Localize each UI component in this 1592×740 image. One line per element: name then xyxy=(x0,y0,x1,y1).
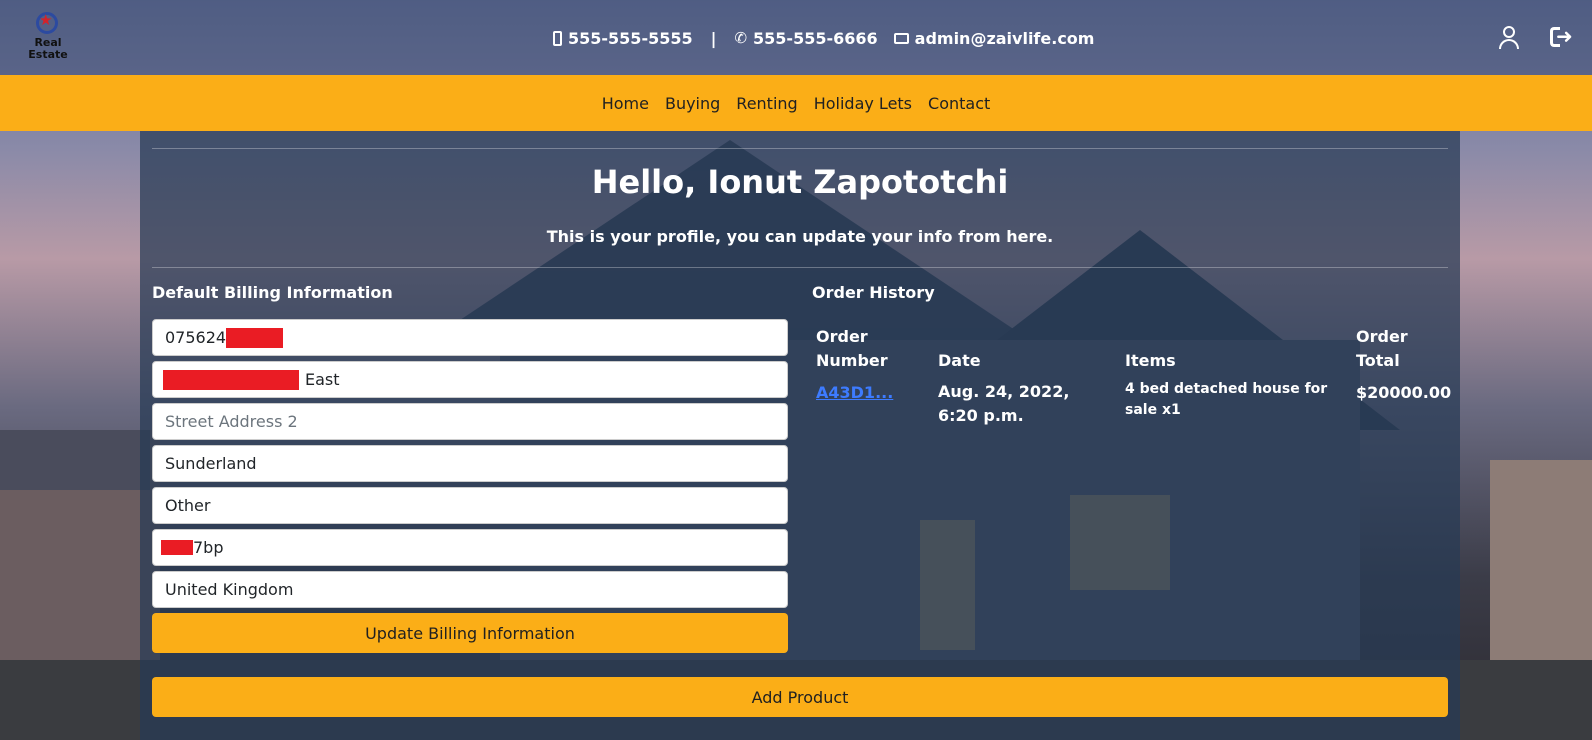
page-title: Hello, Ionut Zapototchi xyxy=(591,163,1009,201)
phone-number: 555-555-6666 xyxy=(753,28,878,48)
nav-renting[interactable]: Renting xyxy=(736,94,797,113)
email-address: admin@zaivlife.com xyxy=(914,28,1095,48)
street-address-1-field[interactable]: East xyxy=(152,361,788,398)
order-number-link[interactable]: A43D1... xyxy=(816,383,893,402)
col-items: Items xyxy=(1125,351,1176,370)
city-value: Sunderland xyxy=(165,454,257,473)
county-field[interactable]: Other xyxy=(152,487,788,524)
order-history-heading: Order History xyxy=(812,283,935,302)
table-row-items: 4 bed detached house for sale x1 xyxy=(1125,381,1328,418)
mail-icon xyxy=(893,32,909,44)
phone-icon: ✆ xyxy=(734,29,748,47)
user-icon[interactable] xyxy=(1498,26,1520,50)
update-billing-button[interactable]: Update Billing Information xyxy=(152,613,788,653)
phone-field[interactable]: 075624 xyxy=(152,319,788,356)
page-subtitle: This is your profile, you can update you… xyxy=(546,227,1054,246)
top-bar: ★ Real Estate 555-555-5555 | ✆ 555-555-6… xyxy=(0,0,1592,75)
redaction-mark xyxy=(161,540,193,555)
bg-house-right xyxy=(1490,460,1592,680)
col-order-number: Order Number xyxy=(816,327,888,370)
city-field[interactable]: Sunderland xyxy=(152,445,788,482)
county-value: Other xyxy=(165,496,211,515)
col-date: Date xyxy=(938,351,981,370)
col-order-total: Order Total xyxy=(1356,327,1408,370)
bg-roof-left xyxy=(0,430,150,490)
divider xyxy=(152,148,1448,149)
street-address-2-field[interactable] xyxy=(152,403,788,440)
site-logo[interactable]: ★ Real Estate xyxy=(22,12,74,62)
mobile-icon xyxy=(553,30,562,46)
postcode-field[interactable]: 7bp xyxy=(152,529,788,566)
main-nav: Home Buying Renting Holiday Lets Contact xyxy=(0,75,1592,131)
table-row-order-number: A43D1... xyxy=(816,381,893,405)
phone-field-value: 075624 xyxy=(165,328,227,347)
profile-panel: Hello, Ionut Zapototchi This is your pro… xyxy=(140,131,1460,740)
nav-buying[interactable]: Buying xyxy=(665,94,720,113)
redaction-mark xyxy=(226,327,284,348)
nav-contact[interactable]: Contact xyxy=(928,94,990,113)
logout-icon[interactable]: ➜ xyxy=(1550,24,1574,48)
add-product-button[interactable]: Add Product xyxy=(152,677,1448,717)
contact-separator: | xyxy=(710,28,717,48)
logo-star-icon: ★ xyxy=(39,11,53,29)
contact-info: 555-555-5555 | ✆ 555-555-6666 admin@zaiv… xyxy=(553,27,1094,49)
logo-text-line2: Estate xyxy=(28,48,68,61)
billing-heading: Default Billing Information xyxy=(152,283,393,302)
table-row-total: $20000.00 xyxy=(1356,383,1452,402)
nav-holiday-lets[interactable]: Holiday Lets xyxy=(814,94,912,113)
mobile-number: 555-555-5555 xyxy=(568,28,693,48)
country-value: United Kingdom xyxy=(165,580,294,599)
divider xyxy=(152,267,1448,268)
table-row-date: Aug. 24, 2022, 6:20 p.m. xyxy=(938,382,1070,425)
street-address-1-value: East xyxy=(305,370,340,389)
street-address-2-input[interactable] xyxy=(165,412,775,431)
redaction-mark xyxy=(163,369,299,390)
postcode-value: 7bp xyxy=(193,538,224,557)
country-field[interactable]: United Kingdom xyxy=(152,571,788,608)
nav-home[interactable]: Home xyxy=(602,94,649,113)
